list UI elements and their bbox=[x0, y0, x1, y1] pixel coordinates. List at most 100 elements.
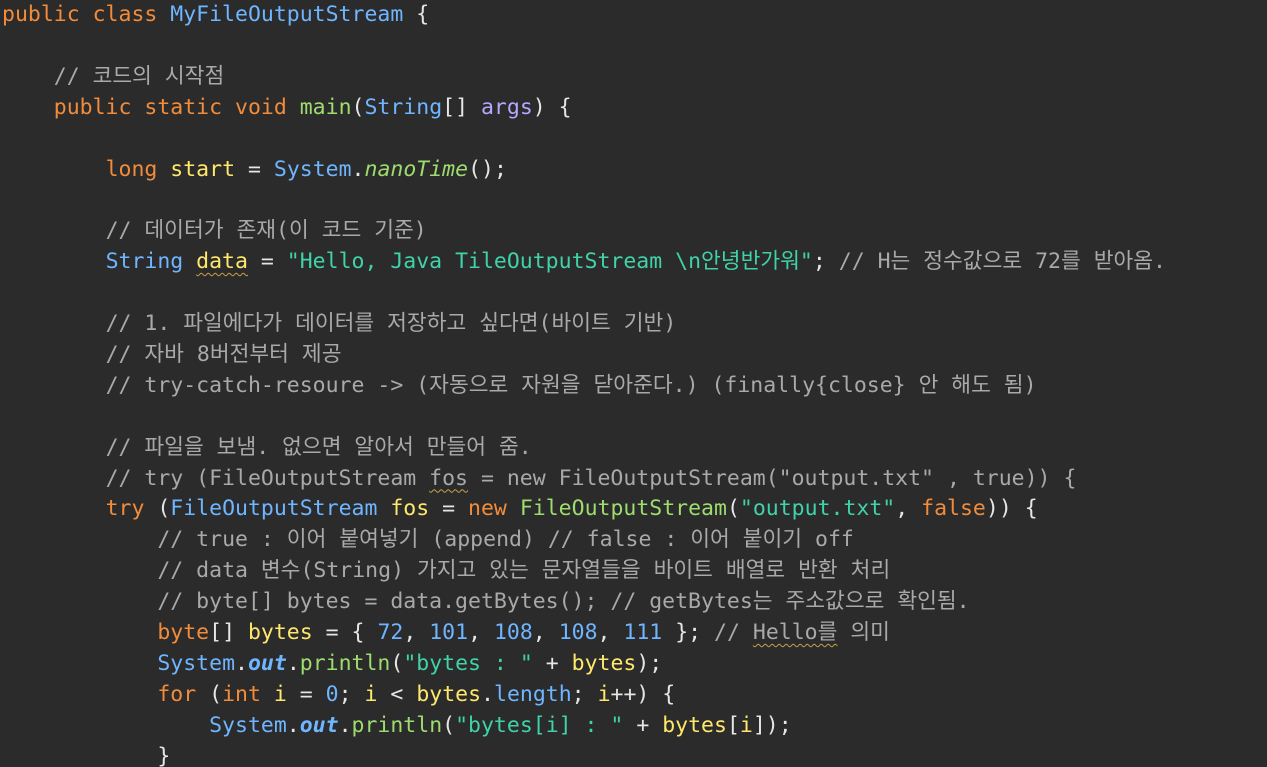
code-line[interactable]: public static void main(String[] args) { bbox=[2, 93, 572, 123]
code-token: [ bbox=[726, 712, 740, 738]
code-line[interactable]: try (FileOutputStream fos = new FileOutp… bbox=[2, 494, 1038, 524]
code-token: String bbox=[105, 249, 197, 275]
code-token: "bytes : " bbox=[403, 650, 533, 676]
code-line[interactable]: // 1. 파일에다가 데이터를 저장하고 싶다면(바이트 기반) bbox=[2, 309, 677, 339]
code-token: // H는 정수값으로 72를 받아옴. bbox=[838, 249, 1166, 275]
code-token: } bbox=[157, 743, 171, 767]
code-token: long bbox=[105, 156, 171, 182]
code-token: + bbox=[623, 712, 663, 738]
code-token: Hello를 bbox=[752, 620, 838, 645]
code-token: "Hello, Java TileOutputStream \n안녕반가워" bbox=[286, 249, 813, 275]
code-token: start bbox=[170, 156, 236, 182]
code-token: // 코드의 시작점 bbox=[53, 63, 225, 89]
code-token: ; bbox=[571, 681, 598, 707]
code-token: out bbox=[299, 712, 339, 738]
code-token: String bbox=[364, 94, 443, 120]
code-line[interactable]: for (int i = 0; i < bytes.length; i++) { bbox=[2, 680, 675, 710]
code-token: // 자바 8버전부터 제공 bbox=[105, 341, 342, 367]
code-line[interactable]: // 파일을 보냄. 없으면 알아서 만들어 줌. bbox=[2, 433, 532, 463]
code-token: System bbox=[273, 156, 352, 182]
code-token: fos bbox=[390, 496, 430, 522]
code-token: 111 bbox=[623, 620, 663, 645]
code-token: 108 bbox=[493, 620, 533, 645]
code-token: . bbox=[481, 681, 494, 707]
code-token: ( bbox=[144, 496, 171, 522]
code-line[interactable]: } bbox=[2, 742, 170, 767]
code-token: )) { bbox=[985, 496, 1038, 522]
code-token: length bbox=[494, 681, 572, 707]
code-line[interactable]: // try (FileOutputStream fos = new FileO… bbox=[2, 464, 1077, 494]
code-line[interactable]: long start = System.nanoTime(); bbox=[2, 155, 507, 185]
code-token: , bbox=[895, 496, 922, 522]
code-token: 0 bbox=[325, 681, 339, 707]
code-token: = bbox=[286, 681, 326, 707]
code-token: false bbox=[921, 496, 986, 522]
code-token: nanoTime bbox=[364, 156, 469, 182]
code-token: = bbox=[429, 496, 469, 522]
code-token: // 파일을 보냄. 없으면 알아서 만들어 줌. bbox=[105, 434, 532, 460]
code-line[interactable]: // 코드의 시작점 bbox=[2, 62, 224, 92]
code-token: data bbox=[196, 249, 248, 275]
code-token: 101 bbox=[429, 620, 469, 645]
code-token: // byte[] bytes = data.getBytes(); // ge… bbox=[157, 589, 970, 615]
code-line[interactable]: System.out.println("bytes : " + bytes); bbox=[2, 649, 662, 679]
code-token: . bbox=[286, 650, 300, 676]
code-token: ( bbox=[196, 681, 223, 707]
code-token: // try-catch-resoure -> (자동으로 자원을 닫아준다.)… bbox=[105, 372, 1037, 398]
code-token: FileOutputStream bbox=[170, 496, 378, 522]
code-token: // 데이터가 존재(이 코드 기준) bbox=[105, 218, 427, 244]
code-token: // 1. 파일에다가 데이터를 저장하고 싶다면(바이트 기반) bbox=[105, 311, 677, 336]
code-line[interactable]: String data = "Hello, Java TileOutputStr… bbox=[2, 247, 1166, 277]
code-line[interactable]: // byte[] bytes = data.getBytes(); // ge… bbox=[2, 587, 970, 617]
code-token: System bbox=[209, 712, 287, 738]
code-line[interactable]: // true : 이어 붙여넣기 (append) // false : 이어… bbox=[2, 525, 854, 555]
code-editor[interactable]: public class MyFileOutputStream { // 코드의… bbox=[0, 0, 1267, 767]
code-line[interactable]: // data 변수(String) 가지고 있는 문자열들을 바이트 배열로 … bbox=[2, 556, 890, 586]
code-token: ); bbox=[636, 650, 663, 676]
code-token: "output.txt" bbox=[739, 496, 896, 522]
code-token: bytes bbox=[571, 650, 637, 676]
code-token: 108 bbox=[558, 620, 598, 645]
code-token: bytes bbox=[416, 681, 482, 707]
code-line[interactable]: public class MyFileOutputStream { bbox=[2, 0, 429, 30]
code-token: args bbox=[480, 94, 533, 120]
code-token: , bbox=[403, 620, 430, 645]
code-token: for bbox=[157, 681, 197, 707]
code-line[interactable]: byte[] bytes = { 72, 101, 108, 108, 111 … bbox=[2, 618, 890, 648]
code-token: // true : 이어 붙여넣기 (append) // false : 이어… bbox=[157, 527, 854, 553]
code-token: = bbox=[247, 249, 287, 275]
code-token: i bbox=[364, 681, 378, 707]
code-token: MyFileOutputStream bbox=[170, 2, 404, 27]
code-line[interactable]: System.out.println("bytes[i] : " + bytes… bbox=[2, 711, 792, 741]
code-token: . bbox=[235, 650, 248, 676]
code-token: bytes bbox=[662, 712, 727, 738]
code-token: ; bbox=[338, 681, 365, 707]
code-token: "bytes[i] : " bbox=[455, 712, 624, 738]
code-token: try bbox=[105, 496, 145, 522]
code-token: bytes bbox=[247, 620, 313, 645]
code-line[interactable]: // 자바 8버전부터 제공 bbox=[2, 340, 342, 370]
code-token: , bbox=[597, 620, 624, 645]
code-token: i bbox=[739, 712, 753, 738]
code-token: ++) { bbox=[610, 681, 676, 707]
code-line[interactable]: // try-catch-resoure -> (자동으로 자원을 닫아준다.)… bbox=[2, 371, 1037, 401]
code-token: ( bbox=[726, 496, 740, 522]
code-token: . bbox=[351, 156, 365, 182]
code-line[interactable]: // 데이터가 존재(이 코드 기준) bbox=[2, 216, 427, 246]
